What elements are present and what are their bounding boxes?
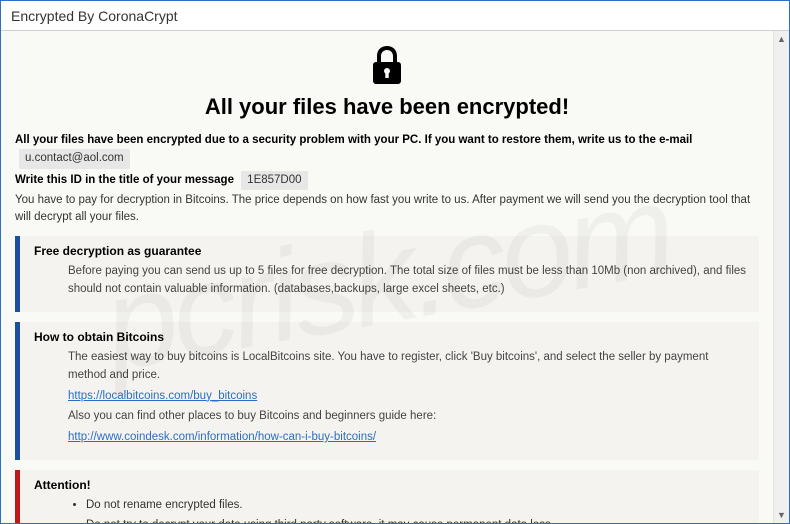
intro-line1-text: All your files have been encrypted due t… [15,134,692,146]
scroll-up-arrow-icon[interactable]: ▲ [774,31,789,47]
list-item: Do not rename encrypted files. [86,497,747,514]
attention-bullets: Do not rename encrypted files. Do not tr… [34,497,747,523]
list-item: Do not try to decrypt your data using th… [86,517,747,523]
obtain-text-2: Also you can find other places to buy Bi… [68,408,747,426]
panel-obtain-title: How to obtain Bitcoins [34,330,747,344]
intro-line-email: All your files have been encrypted due t… [15,132,759,169]
hero-section: All your files have been encrypted! [15,45,759,120]
lock-icon [370,45,404,90]
intro-line2-text: Write this ID in the title of your messa… [15,174,234,186]
intro-line-pay: You have to pay for decryption in Bitcoi… [15,192,759,227]
window-title: Encrypted By CoronaCrypt [11,8,178,24]
window-titlebar: Encrypted By CoronaCrypt [1,1,789,31]
guarantee-text: Before paying you can send us up to 5 fi… [68,263,747,299]
obtain-link-1[interactable]: https://localbitcoins.com/buy_bitcoins [68,390,257,402]
panel-obtain: How to obtain Bitcoins The easiest way t… [15,322,759,460]
obtain-link-2[interactable]: http://www.coindesk.com/information/how-… [68,431,376,443]
obtain-text-1: The easiest way to buy bitcoins is Local… [68,349,747,385]
panel-guarantee: Free decryption as guarantee Before payi… [15,236,759,312]
panel-guarantee-title: Free decryption as guarantee [34,244,747,258]
panel-obtain-body: The easiest way to buy bitcoins is Local… [34,349,747,447]
scroll-down-arrow-icon[interactable]: ▼ [774,507,789,523]
content-area: pcrisk.com All your files have been encr… [1,31,773,523]
panel-guarantee-body: Before paying you can send us up to 5 fi… [34,263,747,299]
vertical-scrollbar[interactable]: ▲ ▼ [773,31,789,523]
intro-line-id: Write this ID in the title of your messa… [15,171,759,190]
id-badge: 1E857D00 [241,171,307,190]
email-badge: u.contact@aol.com [19,149,130,168]
panel-attention-title: Attention! [34,478,747,492]
panel-attention: Attention! Do not rename encrypted files… [15,470,759,523]
main-heading: All your files have been encrypted! [15,94,759,120]
